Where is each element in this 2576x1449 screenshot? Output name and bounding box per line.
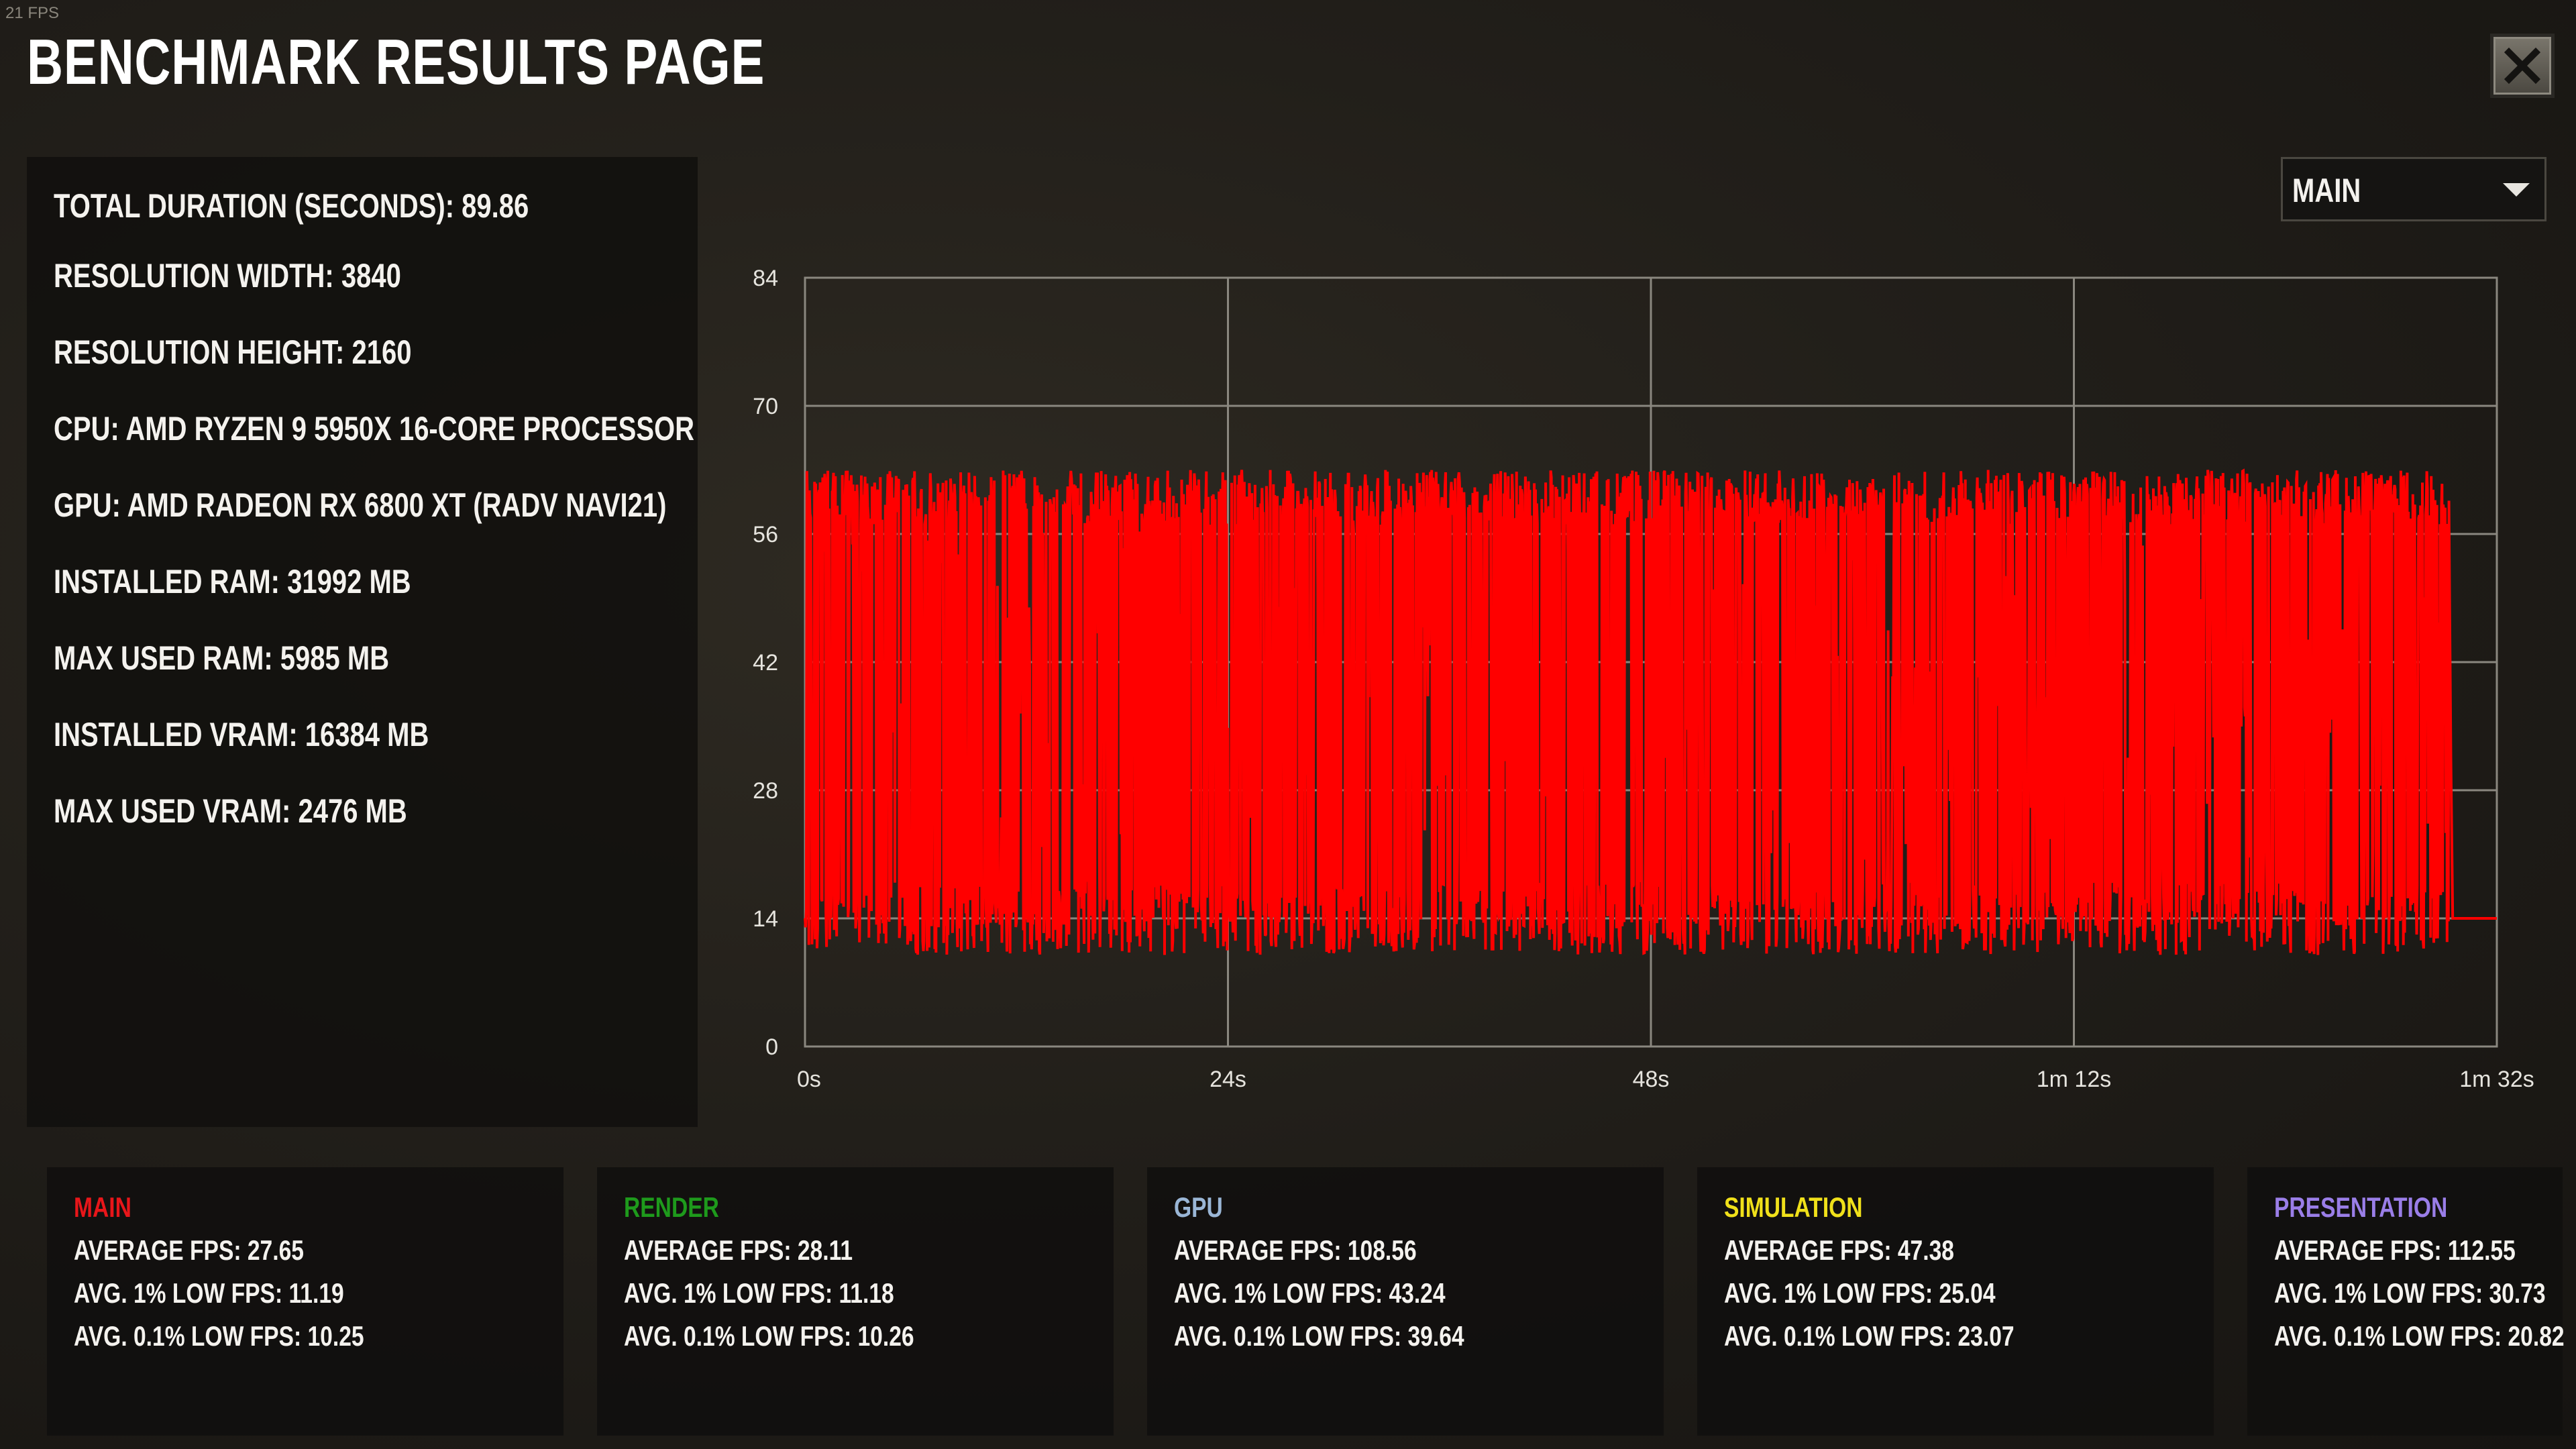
stats-title: GPU xyxy=(1174,1191,1223,1223)
stats-title: RENDER xyxy=(624,1191,719,1223)
system-info-panel: TOTAL DURATION (SECONDS): 89.86 RESOLUTI… xyxy=(27,157,698,1127)
stats-01-low-fps: AVG. 0.1% LOW FPS: 20.82 xyxy=(2274,1320,2565,1352)
stats-01-low-fps: AVG. 0.1% LOW FPS: 10.26 xyxy=(624,1320,914,1352)
y-tick-label: 84 xyxy=(753,266,778,291)
series-line-main xyxy=(804,468,2497,955)
info-resolution-width: RESOLUTION WIDTH: 3840 xyxy=(54,257,401,294)
benchmark-screen: 21 FPS BENCHMARK RESULTS PAGE TOTAL DURA… xyxy=(0,0,2576,1449)
x-tick-label: 24s xyxy=(1210,1067,1246,1092)
page-title: BENCHMARK RESULTS PAGE xyxy=(27,26,765,98)
stats-01-low-fps: AVG. 0.1% LOW FPS: 10.25 xyxy=(74,1320,364,1352)
stats-card-render: RENDER AVERAGE FPS: 28.11 AVG. 1% LOW FP… xyxy=(597,1167,1114,1436)
info-resolution-height: RESOLUTION HEIGHT: 2160 xyxy=(54,333,412,371)
info-max-used-vram: MAX USED VRAM: 2476 MB xyxy=(54,792,407,830)
stats-01-low-fps: AVG. 0.1% LOW FPS: 23.07 xyxy=(1724,1320,2015,1352)
x-tick-label: 0s xyxy=(797,1067,821,1092)
close-icon xyxy=(2504,47,2541,85)
stats-1-low-fps: AVG. 1% LOW FPS: 43.24 xyxy=(1174,1277,1446,1309)
frame-rate-chart: 0 14 28 42 56 70 84 0s 24s 48s 1m 12s 1m 32s xyxy=(753,266,2534,1092)
info-max-used-ram: MAX USED RAM: 5985 MB xyxy=(54,639,390,677)
dropdown-selected-value: MAIN xyxy=(2292,172,2361,209)
stats-card-main: MAIN AVERAGE FPS: 27.65 AVG. 1% LOW FPS:… xyxy=(47,1167,564,1436)
x-tick-label: 1m 32s xyxy=(2459,1067,2534,1092)
stats-average-fps: AVERAGE FPS: 108.56 xyxy=(1174,1234,1417,1266)
x-tick-label: 48s xyxy=(1633,1067,1670,1092)
stats-average-fps: AVERAGE FPS: 28.11 xyxy=(624,1234,853,1266)
y-tick-label: 0 xyxy=(765,1034,778,1060)
y-tick-label: 56 xyxy=(753,522,778,547)
fps-counter: 21 FPS xyxy=(5,4,60,22)
stats-average-fps: AVERAGE FPS: 112.55 xyxy=(2274,1234,2516,1266)
info-installed-ram: INSTALLED RAM: 31992 MB xyxy=(54,563,411,600)
thread-select-dropdown[interactable]: MAIN xyxy=(2281,157,2546,221)
stats-1-low-fps: AVG. 1% LOW FPS: 25.04 xyxy=(1724,1277,1996,1309)
info-gpu: GPU: AMD RADEON RX 6800 XT (RADV NAVI21) xyxy=(54,486,667,524)
stats-card-presentation: PRESENTATION AVERAGE FPS: 112.55 AVG. 1%… xyxy=(2247,1167,2565,1436)
y-tick-label: 70 xyxy=(753,394,778,419)
stats-1-low-fps: AVG. 1% LOW FPS: 30.73 xyxy=(2274,1277,2546,1309)
stats-card-simulation: SIMULATION AVERAGE FPS: 47.38 AVG. 1% LO… xyxy=(1697,1167,2214,1436)
stats-average-fps: AVERAGE FPS: 27.65 xyxy=(74,1234,304,1266)
stats-title: PRESENTATION xyxy=(2274,1191,2448,1223)
y-tick-label: 14 xyxy=(753,906,778,932)
y-tick-label: 42 xyxy=(753,650,778,676)
stats-1-low-fps: AVG. 1% LOW FPS: 11.19 xyxy=(74,1277,344,1309)
stats-title: SIMULATION xyxy=(1724,1191,1863,1223)
info-total-duration: TOTAL DURATION (SECONDS): 89.86 xyxy=(54,187,529,225)
stats-title: MAIN xyxy=(74,1191,131,1223)
stats-01-low-fps: AVG. 0.1% LOW FPS: 39.64 xyxy=(1174,1320,1464,1352)
info-cpu: CPU: AMD RYZEN 9 5950X 16-CORE PROCESSOR xyxy=(54,410,695,447)
stats-average-fps: AVERAGE FPS: 47.38 xyxy=(1724,1234,1954,1266)
stats-1-low-fps: AVG. 1% LOW FPS: 11.18 xyxy=(624,1277,894,1309)
caret-down-icon xyxy=(2503,183,2530,197)
info-installed-vram: INSTALLED VRAM: 16384 MB xyxy=(54,716,429,753)
x-tick-label: 1m 12s xyxy=(2037,1067,2112,1092)
y-tick-label: 28 xyxy=(753,778,778,804)
close-button[interactable] xyxy=(2490,34,2555,98)
stats-card-gpu: GPU AVERAGE FPS: 108.56 AVG. 1% LOW FPS:… xyxy=(1147,1167,1664,1436)
